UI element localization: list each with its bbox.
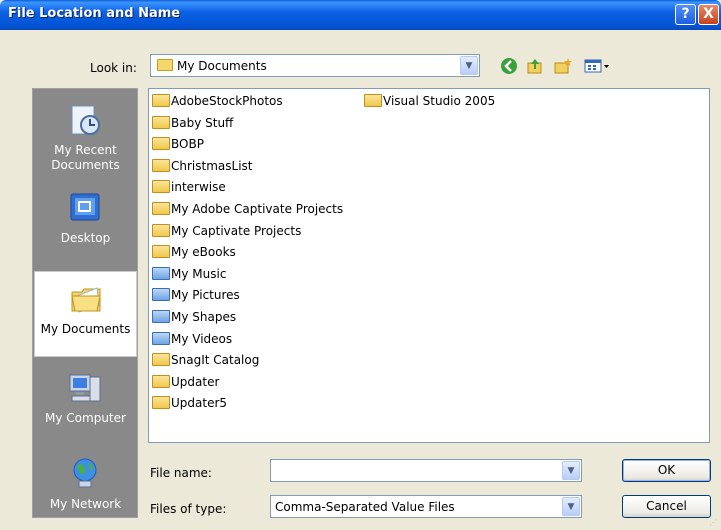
- close-button[interactable]: X: [698, 4, 719, 25]
- list-item[interactable]: interwise: [152, 180, 226, 198]
- list-item-label: My eBooks: [171, 245, 236, 259]
- new-folder-icon[interactable]: [554, 57, 572, 75]
- list-item[interactable]: My Captivate Projects: [152, 224, 301, 242]
- music-folder-icon: [152, 267, 170, 280]
- list-item-label: Baby Stuff: [171, 116, 234, 130]
- my-documents-icon: [157, 59, 173, 71]
- place-label: My Computer: [45, 411, 126, 425]
- place-my-computer[interactable]: My Computer: [34, 361, 137, 447]
- folder-icon: [152, 202, 170, 215]
- resize-grip-icon[interactable]: ⋰: [709, 518, 719, 528]
- list-item[interactable]: Updater5: [152, 396, 227, 414]
- list-item-label: My Pictures: [171, 288, 240, 302]
- folder-icon: [364, 94, 382, 107]
- title-bar[interactable]: File Location and Name ? X: [0, 0, 721, 30]
- up-folder-icon[interactable]: [526, 57, 544, 75]
- list-item-label: Updater5: [171, 396, 228, 410]
- list-item-label: SnagIt Catalog: [171, 353, 260, 367]
- folder-icon: [152, 137, 170, 150]
- chevron-down-icon[interactable]: ▼: [460, 56, 478, 75]
- file-type-dropdown[interactable]: Comma-Separated Value Files ▼: [270, 495, 582, 518]
- list-item[interactable]: My Music: [152, 267, 226, 285]
- folder-icon: [152, 94, 170, 107]
- folder-icon: [152, 375, 170, 388]
- place-desktop[interactable]: Desktop: [34, 181, 137, 267]
- list-item[interactable]: Updater: [152, 375, 219, 393]
- list-item-label: ChristmasList: [171, 159, 253, 173]
- cancel-button[interactable]: Cancel: [622, 495, 711, 518]
- chevron-down-icon[interactable]: ▼: [562, 497, 580, 516]
- list-item-label: My Music: [171, 267, 227, 281]
- chevron-down-icon[interactable]: ▼: [562, 461, 580, 480]
- list-item[interactable]: BOBP: [152, 137, 204, 155]
- list-item-label: Visual Studio 2005: [383, 94, 496, 108]
- folder-icon: [152, 353, 170, 366]
- list-item[interactable]: My Shapes: [152, 310, 236, 328]
- folder-icon: [152, 116, 170, 129]
- look-in-label: Look in:: [90, 61, 137, 75]
- list-item[interactable]: My Videos: [152, 332, 232, 350]
- places-bar: My Recent Documents Desktop My Documents…: [32, 88, 138, 518]
- place-my-recent-documents[interactable]: My Recent Documents: [34, 93, 137, 179]
- list-item-label: My Captivate Projects: [171, 224, 302, 238]
- my-documents-icon: [69, 282, 103, 316]
- desktop-icon: [68, 191, 102, 225]
- file-name-label: File name:: [150, 466, 212, 480]
- list-item[interactable]: My Adobe Captivate Projects: [152, 202, 343, 220]
- file-name-field[interactable]: ▼: [270, 459, 582, 482]
- list-item[interactable]: Visual Studio 2005: [364, 94, 495, 112]
- list-item-label: My Shapes: [171, 310, 237, 324]
- my-computer-icon: [68, 371, 102, 405]
- videos-folder-icon: [152, 332, 170, 345]
- folder-icon: [152, 396, 170, 409]
- list-item[interactable]: My eBooks: [152, 245, 236, 263]
- place-label: My Network: [49, 497, 122, 511]
- my-network-icon: [68, 457, 102, 491]
- help-button[interactable]: ?: [675, 4, 696, 25]
- ok-button[interactable]: OK: [622, 459, 711, 482]
- list-item[interactable]: SnagIt Catalog: [152, 353, 259, 371]
- shapes-folder-icon: [152, 310, 170, 323]
- folder-icon: [152, 180, 170, 193]
- list-item[interactable]: ChristmasList: [152, 159, 252, 177]
- folder-icon: [152, 245, 170, 258]
- list-item[interactable]: AdobeStockPhotos: [152, 94, 283, 112]
- recent-documents-icon: [68, 103, 102, 137]
- place-my-network[interactable]: My Network: [34, 447, 137, 530]
- look-in-dropdown[interactable]: My Documents ▼: [150, 54, 480, 77]
- list-item[interactable]: My Pictures: [152, 288, 240, 306]
- window-title: File Location and Name: [8, 6, 181, 21]
- look-in-value: My Documents: [177, 59, 267, 73]
- file-type-label: Files of type:: [150, 502, 227, 516]
- list-item-label: My Videos: [171, 332, 233, 346]
- place-label: Desktop: [60, 231, 111, 245]
- list-item-label: My Adobe Captivate Projects: [171, 202, 344, 216]
- views-menu-icon[interactable]: [584, 57, 610, 75]
- back-arrow-icon[interactable]: [500, 57, 518, 75]
- place-label: My Documents: [40, 322, 131, 336]
- list-item-label: Updater: [171, 375, 220, 389]
- file-list[interactable]: AdobeStockPhotos Baby Stuff BOBP Christm…: [148, 88, 710, 443]
- place-label: My Recent Documents: [51, 143, 120, 172]
- folder-icon: [152, 159, 170, 172]
- list-item-label: AdobeStockPhotos: [171, 94, 283, 108]
- folder-icon: [152, 224, 170, 237]
- list-item[interactable]: Baby Stuff: [152, 116, 233, 134]
- place-my-documents[interactable]: My Documents: [34, 271, 137, 357]
- pictures-folder-icon: [152, 288, 170, 301]
- list-item-label: interwise: [171, 180, 226, 194]
- list-item-label: BOBP: [171, 137, 204, 151]
- file-type-value: Comma-Separated Value Files: [275, 500, 455, 514]
